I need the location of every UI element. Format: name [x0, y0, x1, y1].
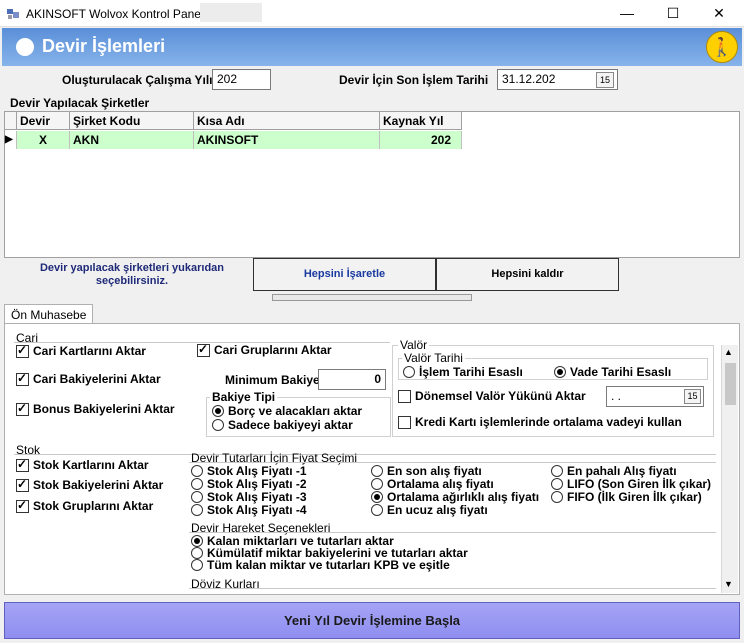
calendar-icon[interactable]: 15: [684, 389, 701, 404]
cari-kart-label: Cari Kartlarını Aktar: [33, 344, 146, 358]
year-label: Oluşturulacak Çalışma Yılı: [62, 73, 213, 87]
donemsel-label: Dönemsel Valör Yükünü Aktar: [415, 389, 586, 403]
cari-kart-checkbox[interactable]: [16, 343, 29, 358]
vade-tarihi-label: Vade Tarihi Esaslı: [570, 365, 672, 379]
fiyat-label: FIFO (İlk Giren İlk çıkar): [567, 490, 702, 504]
table-cell-ad[interactable]: AKINSOFT: [194, 131, 380, 149]
fiyat-label: Stok Alış Fiyatı -4: [207, 503, 307, 517]
stok-bakiye-checkbox[interactable]: [16, 477, 29, 492]
fiyat-radio[interactable]: [371, 465, 383, 477]
hareket-label: Tüm kalan miktar ve tutarları KPB ve eşi…: [207, 558, 450, 572]
fiyat-label: Stok Alış Fiyatı -3: [207, 490, 307, 504]
islem-tarihi-label: İşlem Tarihi Esaslı: [419, 365, 523, 379]
cari-grup-checkbox[interactable]: [197, 342, 210, 357]
splitter-handle[interactable]: [272, 294, 472, 301]
borc-alacak-label: Borç ve alacakları aktar: [228, 404, 363, 418]
stok-grup-checkbox[interactable]: [16, 498, 29, 513]
year-input[interactable]: 202: [212, 69, 271, 90]
bonus-checkbox[interactable]: [16, 401, 29, 416]
stok-grup-label: Stok Gruplarını Aktar: [33, 499, 154, 513]
hareket-radio[interactable]: [191, 559, 203, 571]
minimize-button[interactable]: —: [604, 0, 650, 27]
hareket-divider: [189, 532, 716, 533]
kredi-karti-label: Kredi Kartı işlemlerinde ortalama vadeyi…: [415, 415, 682, 429]
fiyat-label: Ortalama alış fiyatı: [387, 477, 494, 491]
kredi-karti-checkbox[interactable]: [398, 415, 411, 429]
stok-kart-label: Stok Kartlarını Aktar: [33, 458, 149, 472]
column-header[interactable]: Kaynak Yıl: [380, 112, 462, 130]
column-header[interactable]: Devir: [17, 112, 70, 130]
row-pointer-icon: ▶: [5, 131, 17, 149]
title-bar: AKINSOFT Wolvox Kontrol Paneli — ☐ ✕: [0, 0, 744, 27]
scroll-up-icon[interactable]: ▲: [724, 347, 733, 357]
table-cell-yil[interactable]: 202: [380, 131, 462, 149]
fiyat-radio[interactable]: [551, 491, 563, 503]
cari-bakiye-checkbox[interactable]: [16, 371, 29, 386]
fiyat-label: LIFO (Son Giren İlk çıkar): [567, 477, 712, 491]
companies-grid: Devir Şirket Kodu Kısa Adı Kaynak Yıl ▶ …: [4, 111, 740, 258]
min-bakiye-input[interactable]: 0: [318, 369, 386, 390]
fiyat-radio[interactable]: [371, 504, 383, 516]
clear-all-button[interactable]: Hepsini kaldır: [436, 258, 619, 291]
fiyat-radio[interactable]: [371, 478, 383, 490]
select-all-button[interactable]: Hepsini İşaretle: [253, 258, 436, 291]
fiyat-radio[interactable]: [191, 504, 203, 516]
column-header[interactable]: Şirket Kodu: [70, 112, 194, 130]
fiyat-divider: [189, 462, 716, 463]
header-circle-icon: [16, 38, 34, 56]
column-header[interactable]: Kısa Adı: [194, 112, 380, 130]
fiyat-label: En son alış fiyatı: [387, 464, 482, 478]
fiyat-label: En pahalı Alış fiyatı: [567, 464, 677, 478]
table-cell-devir[interactable]: X: [17, 131, 70, 149]
fiyat-radio[interactable]: [191, 465, 203, 477]
fiyat-radio[interactable]: [551, 478, 563, 490]
valor-tarihi-label: Valör Tarihi: [402, 351, 465, 365]
maximize-button[interactable]: ☐: [650, 0, 696, 27]
fiyat-radio[interactable]: [191, 491, 203, 503]
fiyat-label: Stok Alış Fiyatı -1: [207, 464, 307, 478]
sadece-bakiye-label: Sadece bakiyeyi aktar: [228, 418, 353, 432]
options-scrollbar[interactable]: ▲ ▼: [721, 345, 738, 593]
cari-bakiye-label: Cari Bakiyelerini Aktar: [33, 372, 161, 386]
bakiye-tipi-label: Bakiye Tipi: [210, 390, 278, 404]
vade-tarihi-radio[interactable]: [554, 366, 566, 378]
page-title: Devir İşlemleri: [42, 36, 166, 56]
redacted-area: [200, 3, 262, 22]
fiyat-radio[interactable]: [191, 478, 203, 490]
sadece-bakiye-radio[interactable]: [212, 419, 224, 431]
cari-grup-label: Cari Gruplarını Aktar: [214, 343, 332, 357]
fiyat-label: En ucuz alış fiyatı: [387, 503, 488, 517]
stok-divider: [14, 454, 716, 455]
fiyat-label: Ortalama ağırlıklı alış fiyatı: [387, 490, 540, 504]
scroll-down-icon[interactable]: ▼: [724, 579, 733, 589]
min-bakiye-label: Minimum Bakiye: [225, 373, 320, 387]
islem-tarihi-radio[interactable]: [403, 366, 415, 378]
stok-kart-checkbox[interactable]: [16, 457, 29, 472]
close-button[interactable]: ✕: [696, 0, 742, 27]
borc-alacak-radio[interactable]: [212, 405, 224, 417]
fiyat-radio[interactable]: [551, 465, 563, 477]
companies-section-label: Devir Yapılacak Şirketler: [10, 96, 150, 110]
stok-bakiye-label: Stok Bakiyelerini Aktar: [33, 478, 164, 492]
app-icon: [6, 6, 20, 20]
doviz-divider: [189, 588, 716, 589]
donemsel-checkbox[interactable]: [398, 389, 411, 403]
window-title: AKINSOFT Wolvox Kontrol Paneli: [26, 7, 207, 21]
help-button[interactable]: 🚶: [706, 31, 738, 63]
scroll-thumb[interactable]: [725, 363, 736, 405]
calendar-icon[interactable]: 15: [596, 72, 614, 88]
date-label: Devir İçin Son İşlem Tarihi: [339, 73, 489, 87]
table-cell-kod[interactable]: AKN: [70, 131, 194, 149]
companies-hint: Devir yapılacak şirketleri yukarıdan seç…: [39, 262, 225, 287]
start-transfer-button[interactable]: Yeni Yıl Devir İşlemine Başla: [4, 602, 740, 639]
page-header: Devir İşlemleri 🚶: [2, 28, 742, 66]
tab-on-muhasebe[interactable]: Ön Muhasebe: [4, 304, 94, 324]
row-indicator-header: [5, 112, 17, 130]
fiyat-radio[interactable]: [371, 491, 383, 503]
bonus-label: Bonus Bakiyelerini Aktar: [33, 402, 175, 416]
valor-title: Valör: [398, 338, 430, 352]
fiyat-label: Stok Alış Fiyatı -2: [207, 477, 307, 491]
